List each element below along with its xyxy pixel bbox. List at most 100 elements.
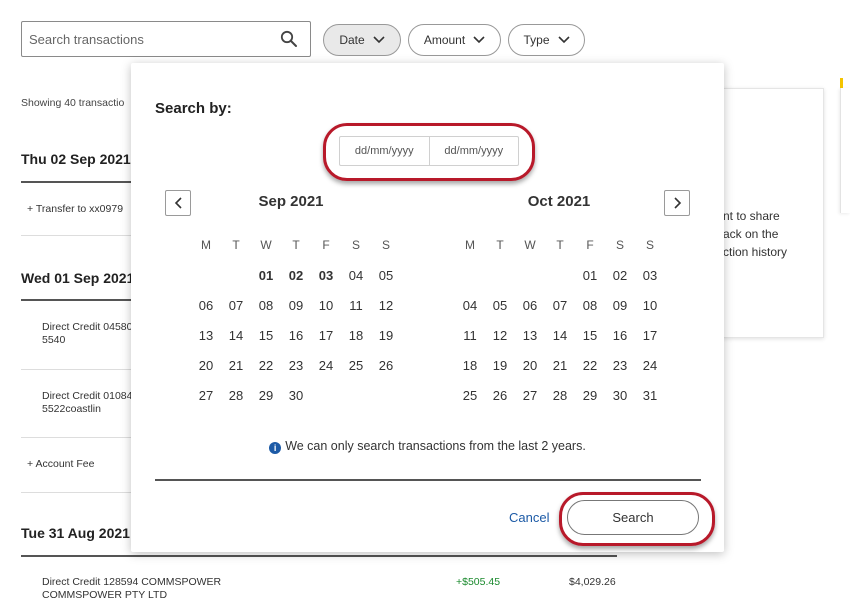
type-filter-button[interactable]: Type — [508, 24, 585, 56]
calendar-day[interactable]: 22 — [575, 350, 605, 380]
calendar-day[interactable]: 24 — [635, 350, 665, 380]
list-item[interactable]: Direct Credit 01084 5522coastlin — [42, 390, 132, 416]
calendar-day[interactable]: 11 — [455, 320, 485, 350]
date-heading: Thu 02 Sep 2021 — [21, 151, 131, 167]
calendar-day[interactable]: 04 — [455, 290, 485, 320]
divider — [21, 299, 133, 301]
weekday-label: S — [381, 238, 390, 252]
calendar-day[interactable]: 12 — [485, 320, 515, 350]
calendar-day[interactable]: 16 — [605, 320, 635, 350]
weekday-label: W — [524, 238, 536, 252]
popup-title: Search by: — [155, 100, 232, 117]
calendar-day[interactable]: 05 — [371, 260, 401, 290]
calendar-day[interactable]: 29 — [575, 380, 605, 410]
calendar-day[interactable]: 23 — [281, 350, 311, 380]
highlight-annotation — [323, 123, 535, 181]
calendar-day[interactable]: 06 — [515, 290, 545, 320]
month-title-oct: Oct 2021 — [527, 193, 591, 210]
calendar-day[interactable]: 01 — [251, 260, 281, 290]
results-count: Showing 40 transactio — [21, 97, 125, 109]
divider — [21, 492, 133, 493]
calendar-day[interactable]: 18 — [341, 320, 371, 350]
search-icon[interactable] — [280, 30, 298, 48]
calendar-day[interactable]: 05 — [485, 290, 515, 320]
calendar-day[interactable]: 27 — [191, 380, 221, 410]
calendar-day[interactable]: 23 — [605, 350, 635, 380]
calendar-day[interactable]: 28 — [545, 380, 575, 410]
divider — [21, 235, 133, 236]
calendar-day[interactable]: 28 — [221, 380, 251, 410]
calendar-day[interactable]: 17 — [311, 320, 341, 350]
calendar-day[interactable]: 07 — [545, 290, 575, 320]
calendar-day[interactable]: 03 — [635, 260, 665, 290]
date-filter-button[interactable]: Date — [323, 24, 401, 56]
calendar-day[interactable]: 30 — [605, 380, 635, 410]
calendar-day[interactable]: 24 — [311, 350, 341, 380]
calendar-day[interactable]: 13 — [191, 320, 221, 350]
calendar-day[interactable]: 08 — [251, 290, 281, 320]
calendar-day[interactable]: 19 — [371, 320, 401, 350]
calendar-day[interactable]: 19 — [485, 350, 515, 380]
calendar-day[interactable]: 21 — [545, 350, 575, 380]
calendar-day[interactable]: 14 — [221, 320, 251, 350]
calendar-day[interactable]: 30 — [281, 380, 311, 410]
date-heading: Tue 31 Aug 2021 — [21, 525, 130, 541]
highlight-annotation — [559, 492, 715, 546]
chevron-down-icon — [557, 36, 570, 44]
popup-divider — [155, 479, 701, 481]
list-item[interactable]: + Account Fee — [27, 458, 94, 471]
calendar-day[interactable]: 16 — [281, 320, 311, 350]
calendar-day[interactable]: 10 — [635, 290, 665, 320]
calendar-day[interactable]: 26 — [371, 350, 401, 380]
prev-month-button[interactable] — [165, 190, 191, 216]
amount-filter-button[interactable]: Amount — [408, 24, 501, 56]
calendar-day[interactable]: 21 — [221, 350, 251, 380]
calendar-day[interactable]: 01 — [575, 260, 605, 290]
cancel-button[interactable]: Cancel — [509, 510, 549, 525]
calendar-day[interactable]: 25 — [341, 350, 371, 380]
calendar-day[interactable]: 27 — [515, 380, 545, 410]
calendar-day[interactable]: 09 — [605, 290, 635, 320]
calendar-day[interactable]: 25 — [455, 380, 485, 410]
calendar-day[interactable]: 11 — [341, 290, 371, 320]
calendar-day[interactable]: 15 — [251, 320, 281, 350]
calendar-day[interactable]: 03 — [311, 260, 341, 290]
calendar-day[interactable]: 07 — [221, 290, 251, 320]
calendar-day[interactable]: 02 — [281, 260, 311, 290]
calendar-day[interactable]: 13 — [515, 320, 545, 350]
weekday-label: S — [645, 238, 654, 252]
calendar-day[interactable]: 22 — [251, 350, 281, 380]
calendar-day[interactable]: 29 — [251, 380, 281, 410]
calendar-day[interactable]: 08 — [575, 290, 605, 320]
calendar-day[interactable]: 18 — [455, 350, 485, 380]
calendar-day[interactable]: 31 — [635, 380, 665, 410]
type-filter-label: Type — [523, 33, 550, 47]
weekday-label: T — [556, 238, 564, 252]
list-item[interactable]: + Transfer to xx0979 — [27, 203, 123, 216]
divider — [21, 369, 133, 370]
calendar-day[interactable]: 06 — [191, 290, 221, 320]
brand-accent — [840, 78, 843, 88]
calendar-day[interactable]: 12 — [371, 290, 401, 320]
calendar-day[interactable]: 02 — [605, 260, 635, 290]
calendar-day[interactable]: 04 — [341, 260, 371, 290]
calendar-day[interactable]: 10 — [311, 290, 341, 320]
weekday-label: S — [615, 238, 624, 252]
amount: +$505.45 — [456, 576, 501, 588]
weekday-label: T — [292, 238, 300, 252]
calendar-day[interactable]: 20 — [515, 350, 545, 380]
calendar-day[interactable]: 15 — [575, 320, 605, 350]
calendar-day[interactable]: 17 — [635, 320, 665, 350]
expand-icon: + — [27, 203, 34, 215]
calendar-day[interactable]: 14 — [545, 320, 575, 350]
list-item[interactable]: Direct Credit 04580 5540 — [42, 321, 132, 347]
next-month-button[interactable] — [664, 190, 690, 216]
list-item[interactable]: Direct Credit 128594 COMMSPOWER COMMSPOW… — [42, 576, 221, 602]
calendar-day[interactable]: 09 — [281, 290, 311, 320]
date-filter-label: Date — [339, 33, 365, 47]
search-input[interactable]: Search transactions — [21, 21, 311, 57]
chevron-left-icon — [174, 197, 182, 209]
weekday-label: S — [351, 238, 360, 252]
calendar-day[interactable]: 26 — [485, 380, 515, 410]
calendar-day[interactable]: 20 — [191, 350, 221, 380]
